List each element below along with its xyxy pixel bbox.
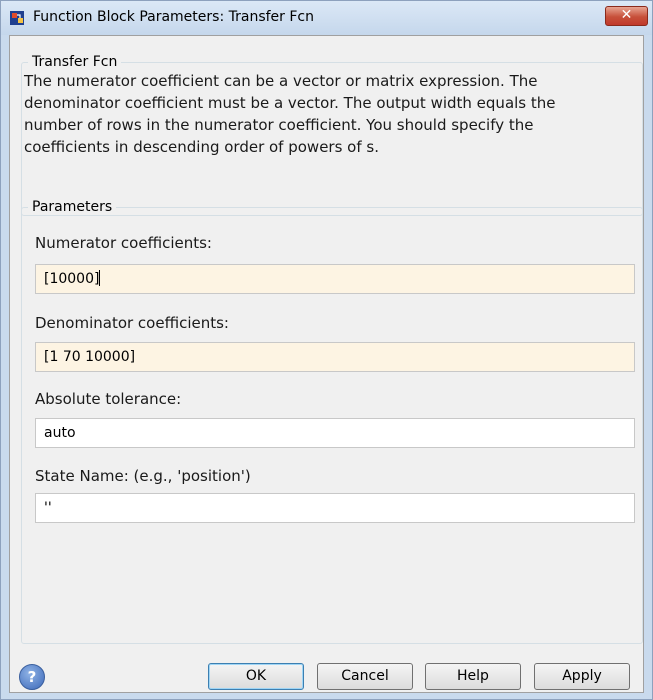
close-button[interactable]: ✕ <box>605 6 648 26</box>
text-cursor <box>99 270 101 286</box>
window-title: Function Block Parameters: Transfer Fcn <box>33 9 314 25</box>
title-bar[interactable]: Function Block Parameters: Transfer Fcn … <box>1 1 652 35</box>
denominator-label: Denominator coefficients: <box>35 314 229 332</box>
help-button[interactable]: Help <box>425 663 521 690</box>
state-name-label: State Name: (e.g., 'position') <box>35 467 251 485</box>
help-icon[interactable]: ? <box>19 664 45 690</box>
simulink-icon <box>10 11 24 25</box>
state-name-input[interactable]: '' <box>35 493 635 523</box>
absolute-tolerance-label: Absolute tolerance: <box>35 390 182 408</box>
numerator-value: [10000] <box>44 271 100 287</box>
button-bar: ? OK Cancel Help Apply <box>9 659 644 693</box>
denominator-input[interactable]: [1 70 10000] <box>35 342 635 372</box>
absolute-tolerance-input[interactable]: auto <box>35 418 635 448</box>
dialog-body: Transfer Fcn The numerator coefficient c… <box>9 35 644 693</box>
block-description: The numerator coefficient can be a vecto… <box>24 72 556 156</box>
ok-button[interactable]: OK <box>208 663 304 690</box>
numerator-label: Numerator coefficients: <box>35 234 212 252</box>
block-name-legend: Transfer Fcn <box>32 54 118 70</box>
numerator-input[interactable]: [10000] <box>35 264 635 294</box>
dialog-window: Function Block Parameters: Transfer Fcn … <box>0 0 653 700</box>
parameters-legend: Parameters <box>32 199 113 215</box>
cancel-button[interactable]: Cancel <box>317 663 413 690</box>
apply-button[interactable]: Apply <box>534 663 630 690</box>
